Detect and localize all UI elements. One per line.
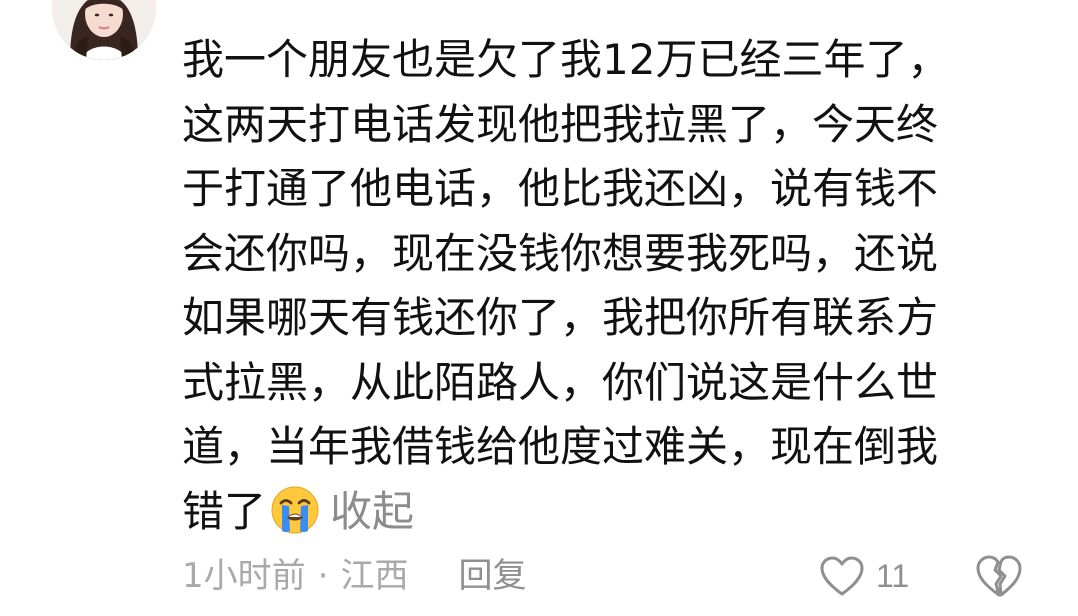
collapse-link[interactable]: 收起 xyxy=(330,487,414,536)
heart-outline-icon xyxy=(820,556,864,596)
loudly-crying-face-icon xyxy=(270,485,320,535)
comment-line: 这两天打电话发现他把我拉黑了，今天终 xyxy=(182,99,939,149)
comment-last-line: 错了 收起 xyxy=(182,480,1002,545)
dislike-button[interactable] xyxy=(972,550,1026,602)
like-button[interactable]: 11 xyxy=(818,550,909,602)
comment-text: 我一个朋友也是欠了我12万已经三年了， 这两天打电话发现他把我拉黑了，今天终 于… xyxy=(182,28,1002,544)
comment-line: 我一个朋友也是欠了我12万已经三年了， xyxy=(182,35,950,84)
avatar-image xyxy=(52,0,156,60)
comment-line: 错了 xyxy=(182,486,267,536)
meta-separator: · xyxy=(317,556,329,596)
comment-line: 会还你吗，现在没钱你想要我死吗，还说 xyxy=(182,228,939,278)
comment-time: 1小时前 xyxy=(182,556,306,596)
comment-location: 江西 xyxy=(340,556,409,596)
comment-meta: 1小时前 · 江西 回复 xyxy=(182,550,526,602)
comment-line: 式拉黑，从此陌路人，你们说这是什么世 xyxy=(182,357,939,407)
comment-item: 我一个朋友也是欠了我12万已经三年了， 这两天打电话发现他把我拉黑了，今天终 于… xyxy=(0,0,1078,616)
comment-line: 如果哪天有钱还你了，我把你所有联系方 xyxy=(182,293,939,342)
broken-heart-icon xyxy=(976,555,1022,597)
comment-line: 道，当年我借钱给他度过难关，现在倒我 xyxy=(182,422,939,471)
like-count: 11 xyxy=(876,557,910,594)
reply-button[interactable]: 回复 xyxy=(458,550,526,602)
comment-line: 于打通了他电话，他比我还凶，说有钱不 xyxy=(182,164,939,213)
avatar[interactable] xyxy=(52,0,156,60)
